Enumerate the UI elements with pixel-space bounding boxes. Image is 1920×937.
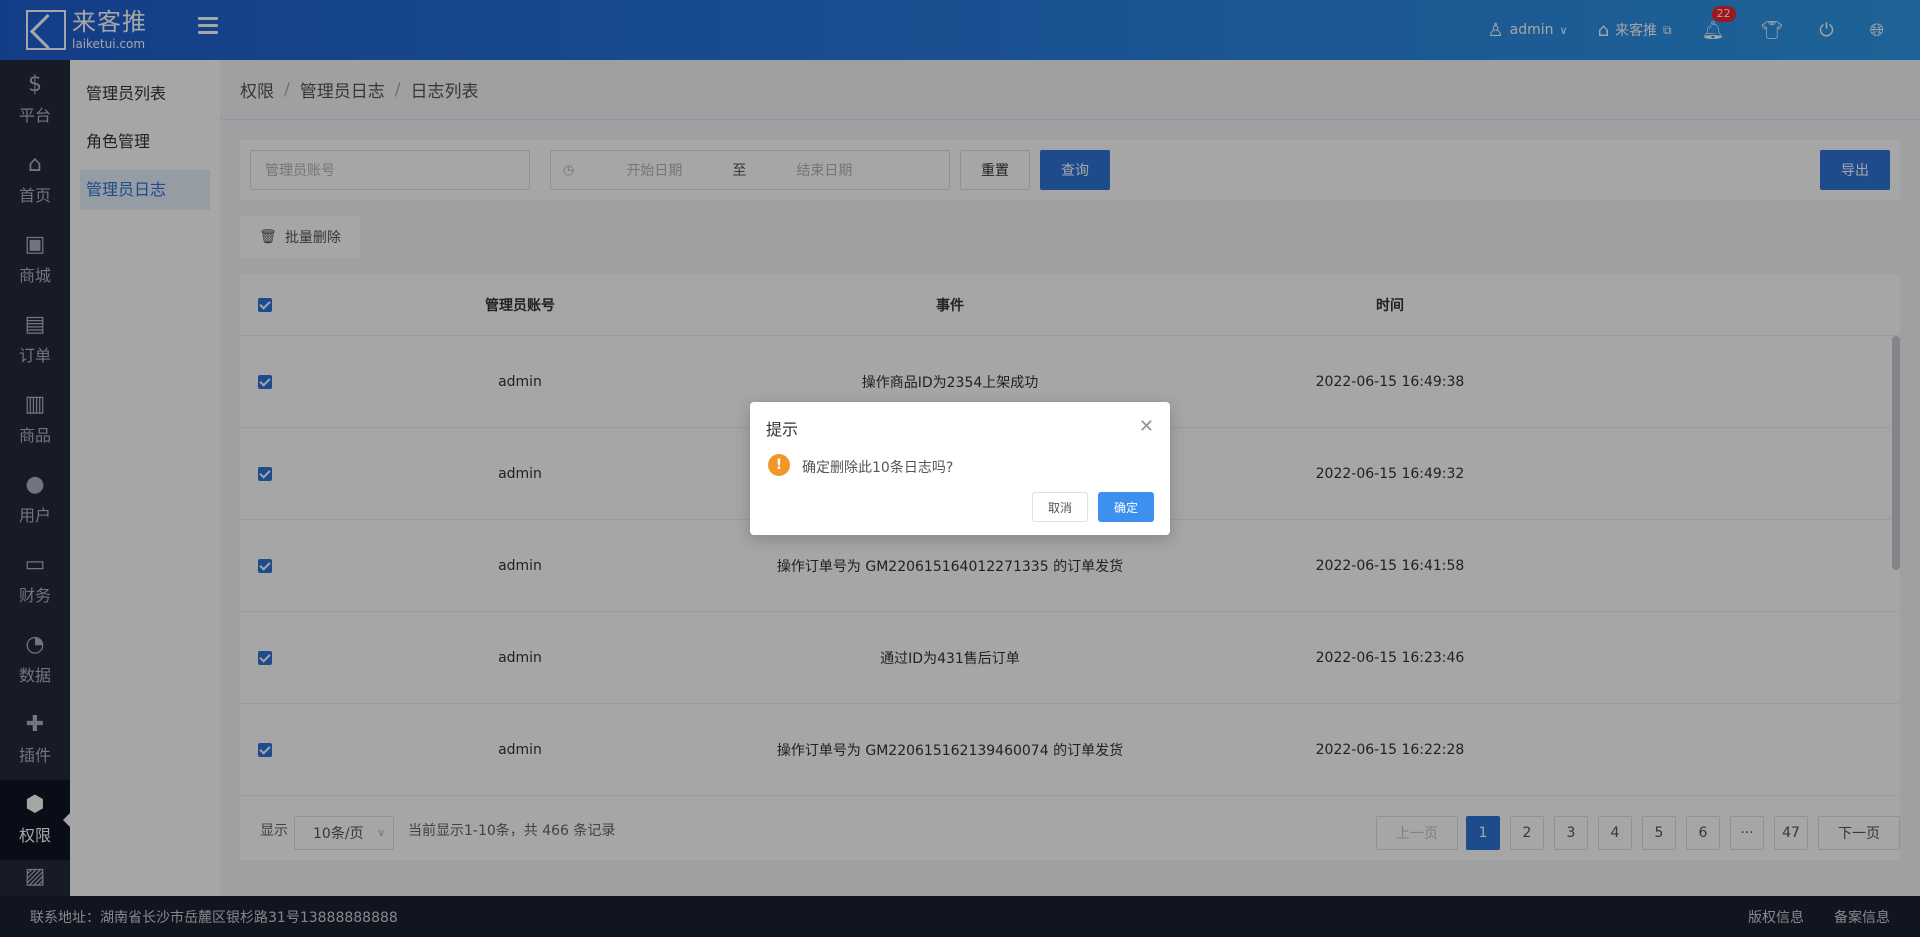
dialog-title: 提示 bbox=[766, 420, 799, 439]
cancel-button[interactable]: 取消 bbox=[1032, 492, 1088, 522]
dialog-message: 确定删除此10条日志吗? bbox=[802, 460, 954, 476]
confirm-dialog: 提示 ✕ ! 确定删除此10条日志吗? 取消 确定 bbox=[750, 402, 1170, 535]
close-icon[interactable]: ✕ bbox=[1139, 418, 1154, 436]
warning-icon: ! bbox=[768, 454, 790, 476]
confirm-button[interactable]: 确定 bbox=[1098, 492, 1154, 522]
